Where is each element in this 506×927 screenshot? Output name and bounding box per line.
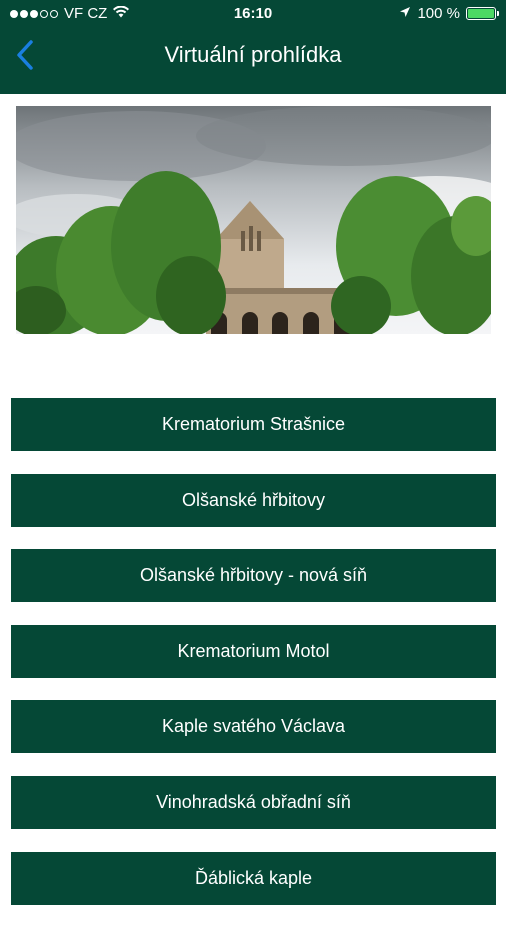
location-arrow-icon [399,5,411,22]
hero-image [16,106,491,334]
tour-button-krematorium-motol[interactable]: Krematorium Motol [11,624,496,678]
battery-icon [466,7,499,20]
tour-button-olsanske-hrbitovy[interactable]: Olšanské hřbitovy [11,473,496,527]
navigation-bar: Virtuální prohlídka [0,30,506,90]
page-title: Virtuální prohlídka [164,42,342,67]
status-bar: VF CZ 16:10 100 % [0,0,506,30]
battery-percent: 100 % [417,5,460,22]
tour-button-olsanske-hrbitovy-nova-sin[interactable]: Olšanské hřbitovy - nová síň [11,549,496,603]
tour-button-kaple-svateho-vaclava[interactable]: Kaple svatého Václava [11,700,496,754]
tour-list: Krematorium Strašnice Olšanské hřbitovy … [11,398,496,927]
tour-button-dablicka-kaple[interactable]: Ďáblická kaple [11,851,496,905]
status-right: 100 % [399,5,499,22]
header-bar: VF CZ 16:10 100 % Virtuální prohlídka [0,0,506,94]
tour-button-vinohradska-obradni-sin[interactable]: Vinohradská obřadní síň [11,775,496,829]
tour-button-krematorium-strasnice[interactable]: Krematorium Strašnice [11,398,496,451]
